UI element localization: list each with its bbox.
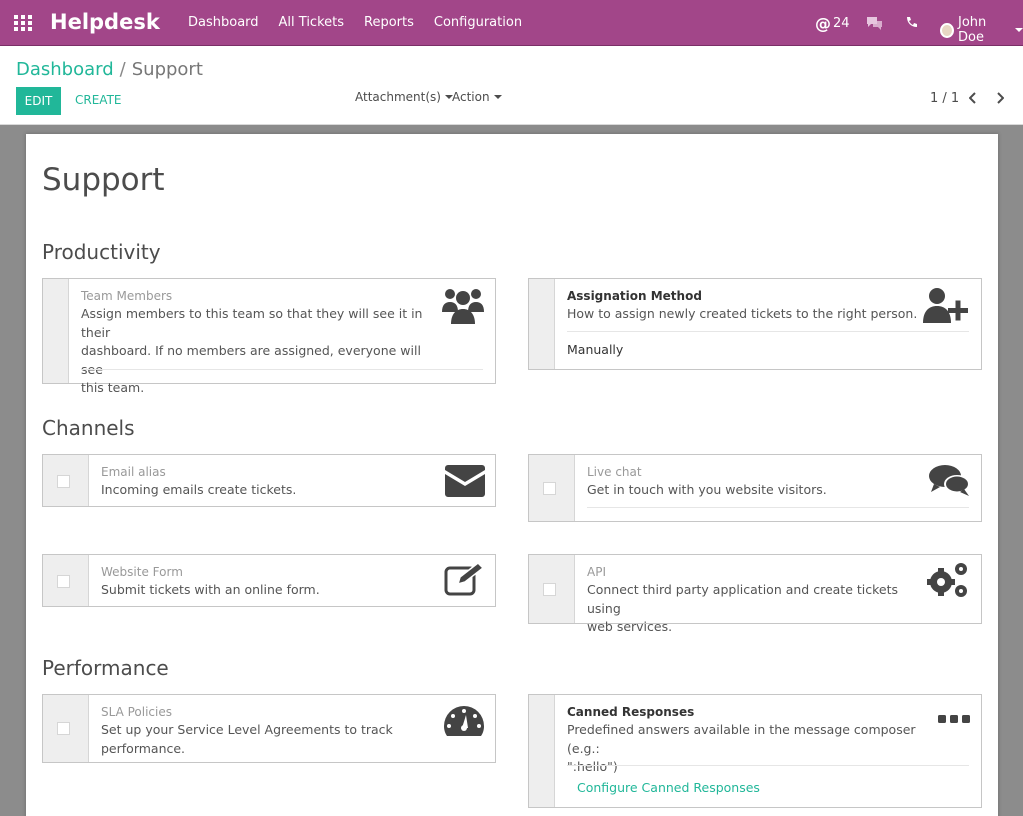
user-plus-icon (923, 287, 969, 327)
setting-label: SLA Policies (101, 705, 172, 719)
ellipsis-icon (938, 713, 970, 728)
setting-description: Incoming emails create tickets. (101, 482, 297, 497)
menu-item-configuration[interactable]: Configuration (434, 15, 522, 30)
attachments-label: Attachment(s) (355, 90, 441, 104)
setting-description: Assign members to this team so that they… (81, 306, 423, 395)
top-navbar: Helpdesk Dashboard All Tickets Reports C… (0, 0, 1023, 46)
section-title-productivity: Productivity (42, 240, 161, 264)
pager-value[interactable]: 1 / 1 (930, 91, 959, 106)
setting-description: Set up your Service Level Agreements to … (101, 722, 393, 756)
action-dropdown[interactable]: Action (452, 90, 502, 104)
mention-count: 24 (833, 16, 850, 31)
breadcrumb-dashboard[interactable]: Dashboard (16, 59, 114, 80)
setting-website-form: Website Form Submit tickets with an onli… (42, 554, 496, 607)
dashboard-icon (444, 706, 484, 740)
setting-sla-policies: SLA Policies Set up your Service Level A… (42, 694, 496, 763)
section-title-channels: Channels (42, 416, 135, 440)
setting-label: Live chat (587, 465, 642, 479)
api-checkbox[interactable] (543, 583, 556, 596)
user-name: John Doe (957, 15, 987, 45)
setting-label: Assignation Method (567, 289, 702, 303)
apps-menu-icon[interactable] (14, 15, 32, 31)
setting-label: Email alias (101, 465, 166, 479)
assignation-method-value[interactable]: Manually (567, 342, 623, 357)
breadcrumb-current: Support (131, 59, 203, 80)
email-alias-checkbox[interactable] (57, 475, 70, 488)
control-panel: Dashboard / Support EDIT CREATE Attachment… (0, 46, 1023, 125)
breadcrumb-separator: / (119, 59, 126, 80)
sla-policies-checkbox[interactable] (57, 722, 70, 735)
app-brand[interactable]: Helpdesk (50, 10, 160, 34)
live-chat-checkbox[interactable] (543, 482, 556, 495)
edit-button[interactable]: EDIT (16, 87, 61, 115)
setting-live-chat: Live chat Get in touch with you website … (528, 454, 982, 522)
comments-icon (929, 464, 971, 502)
attachments-dropdown[interactable]: Attachment(s) (355, 90, 453, 104)
configure-canned-responses-link[interactable]: Configure Canned Responses (577, 780, 760, 795)
setting-team-members: Team Members Assign members to this team… (42, 278, 496, 395)
website-form-checkbox[interactable] (57, 575, 70, 588)
users-icon (441, 284, 485, 328)
phone-icon[interactable] (905, 16, 918, 33)
setting-description: Predefined answers available in the mess… (567, 722, 916, 774)
setting-label: Team Members (81, 289, 173, 303)
setting-email-alias: Email alias Incoming emails create ticke… (42, 454, 496, 507)
chevron-down-icon (1015, 28, 1023, 32)
setting-description: Connect third party application and crea… (587, 582, 898, 634)
setting-description: Submit tickets with an online form. (101, 582, 320, 597)
mentions-button[interactable]: @ 24 (815, 14, 850, 33)
action-label: Action (452, 90, 490, 104)
menu-item-reports[interactable]: Reports (364, 15, 414, 30)
section-title-performance: Performance (42, 656, 169, 680)
main-menu: Dashboard All Tickets Reports Configurat… (188, 15, 542, 30)
pager-next-button[interactable] (991, 88, 1009, 108)
divider (567, 765, 969, 766)
setting-assignation-method: Assignation Method How to assign newly c… (528, 278, 982, 370)
form-sheet: Support Productivity Team Members Assign… (26, 134, 998, 816)
setting-label: API (587, 565, 606, 579)
envelope-icon (445, 465, 485, 501)
setting-description: Get in touch with you website visitors. (587, 482, 827, 497)
breadcrumb: Dashboard / Support (16, 59, 203, 80)
user-menu[interactable]: John Doe (940, 15, 1023, 45)
divider (567, 331, 969, 332)
page-title: Support (42, 162, 165, 198)
setting-description: How to assign newly created tickets to t… (567, 306, 918, 321)
gears-icon (927, 560, 971, 604)
edit-icon (444, 562, 485, 600)
menu-item-all-tickets[interactable]: All Tickets (279, 15, 344, 30)
pager-previous-button[interactable] (964, 88, 982, 108)
at-icon: @ (815, 14, 831, 33)
setting-label: Website Form (101, 565, 183, 579)
divider (81, 369, 483, 370)
setting-label: Canned Responses (567, 705, 695, 719)
setting-canned-responses: Canned Responses Predefined answers avai… (528, 694, 982, 808)
setting-api: API Connect third party application and … (528, 554, 982, 634)
divider (587, 507, 969, 508)
create-button[interactable]: CREATE (75, 93, 122, 107)
chat-icon[interactable] (866, 16, 883, 34)
menu-item-dashboard[interactable]: Dashboard (188, 15, 259, 30)
avatar (940, 22, 954, 38)
chevron-down-icon (493, 95, 502, 99)
